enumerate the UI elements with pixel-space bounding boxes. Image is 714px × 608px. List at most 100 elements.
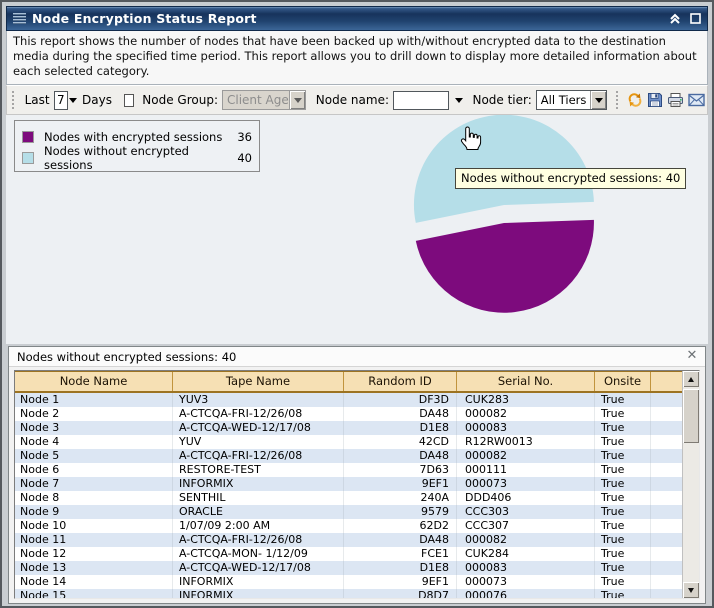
drilldown-panel-title: Nodes without encrypted sessions: 40: [17, 349, 237, 364]
column-header-random-id[interactable]: Random ID: [344, 372, 457, 391]
cell-filler: [651, 463, 682, 477]
cell-serial-no-: 000111: [457, 463, 595, 477]
collapse-icon[interactable]: [667, 11, 683, 27]
cell-node-name: Node 13: [15, 561, 173, 575]
cell-tape-name: YUV: [173, 435, 344, 449]
column-header-onsite[interactable]: Onsite: [595, 372, 651, 391]
cell-node-name: Node 15: [15, 589, 173, 598]
cell-node-name: Node 14: [15, 575, 173, 589]
cell-filler: [651, 477, 682, 491]
node-name-label: Node name:: [315, 93, 389, 107]
table-row[interactable]: Node 8 SENTHIL 240A DDD406 True: [15, 491, 682, 505]
column-header-node-name[interactable]: Node Name: [15, 372, 173, 391]
cell-serial-no-: 000073: [457, 575, 595, 589]
table-row[interactable]: Node 4 YUV 42CD R12RW0013 True: [15, 435, 682, 449]
cell-tape-name: A-CTCQA-MON- 1/12/09: [173, 547, 344, 561]
cell-onsite: True: [595, 491, 651, 505]
node-group-dropdown-icon[interactable]: [289, 91, 305, 109]
scrollbar-thumb[interactable]: [683, 389, 699, 443]
table-row[interactable]: Node 10 1/07/09 2:00 AM 62D2 CCC307 True: [15, 519, 682, 533]
column-header-serial-no-[interactable]: Serial No.: [457, 372, 595, 391]
cell-filler: [651, 491, 682, 505]
cell-serial-no-: 000082: [457, 533, 595, 547]
legend-label: Nodes with encrypted sessions: [44, 129, 223, 144]
scroll-up-icon[interactable]: [683, 371, 699, 387]
column-header-tape-name[interactable]: Tape Name: [173, 372, 344, 391]
table-row[interactable]: Node 12 A-CTCQA-MON- 1/12/09 FCE1 CUK284 Tru…: [15, 547, 682, 561]
toolbar-separator: [615, 90, 619, 110]
last-label: Last: [24, 93, 50, 107]
cell-node-name: Node 1: [15, 393, 173, 407]
table-row[interactable]: Node 15 INFORMIX D8D7 000076 True: [15, 589, 682, 598]
toolbar-grip-handle[interactable]: [11, 90, 15, 110]
cell-onsite: True: [595, 421, 651, 435]
cell-random-id: FCE1: [344, 547, 457, 561]
cell-random-id: DA48: [344, 533, 457, 547]
cell-filler: [651, 449, 682, 463]
table-row[interactable]: Node 7 INFORMIX 9EF1 000073 True: [15, 477, 682, 491]
cell-onsite: True: [595, 505, 651, 519]
days-count-select[interactable]: 7: [53, 90, 68, 110]
scroll-down-icon[interactable]: [683, 582, 699, 598]
cell-filler: [651, 547, 682, 561]
cell-serial-no-: 000076: [457, 589, 595, 598]
node-tier-dropdown-icon[interactable]: [590, 91, 607, 109]
titlebar: Node Encryption Status Report: [6, 6, 708, 31]
cell-serial-no-: 000082: [457, 449, 595, 463]
node-name-input[interactable]: [393, 90, 449, 110]
close-icon[interactable]: ✕: [683, 348, 701, 365]
days-count-dropdown-icon[interactable]: [68, 91, 78, 110]
table-row[interactable]: Node 14 INFORMIX 9EF1 000073 True: [15, 575, 682, 589]
node-group-select[interactable]: Client Agent: [222, 90, 306, 110]
table-row[interactable]: Node 11 A-CTCQA-FRI-12/26/08 DA48 000082 Tru…: [15, 533, 682, 547]
pie-slice-nodes-with-encrypted-sessions[interactable]: [415, 219, 594, 313]
table-row[interactable]: Node 6 RESTORE-TEST 7D63 000111 True: [15, 463, 682, 477]
legend-value: 40: [237, 150, 252, 165]
cell-tape-name: A-CTCQA-WED-12/17/08: [173, 561, 344, 575]
save-icon[interactable]: [647, 91, 663, 110]
email-icon[interactable]: [688, 91, 705, 110]
cell-serial-no-: DDD406: [457, 491, 595, 505]
cell-filler: [651, 421, 682, 435]
chart-area: Nodes with encrypted sessions 36 Nodes wit…: [6, 115, 708, 344]
cell-tape-name: A-CTCQA-FRI-12/26/08: [173, 449, 344, 463]
cell-onsite: True: [595, 435, 651, 449]
table-header-row: Node Name Tape Name Random ID Serial No. Ons…: [15, 371, 682, 393]
cell-tape-name: 1/07/09 2:00 AM: [173, 519, 344, 533]
cell-node-name: Node 4: [15, 435, 173, 449]
vertical-scrollbar[interactable]: [682, 371, 699, 598]
cell-onsite: True: [595, 407, 651, 421]
cell-tape-name: INFORMIX: [173, 575, 344, 589]
node-tier-select[interactable]: All Tiers: [535, 90, 608, 110]
table-row[interactable]: Node 3 A-CTCQA-WED-12/17/08 D1E8 000083 True: [15, 421, 682, 435]
cell-random-id: 7D63: [344, 463, 457, 477]
drilldown-panel-header: Nodes without encrypted sessions: 40 ✕: [9, 347, 705, 367]
cell-tape-name: SENTHIL: [173, 491, 344, 505]
cell-random-id: 9EF1: [344, 575, 457, 589]
pie-chart: [413, 115, 594, 313]
cell-onsite: True: [595, 533, 651, 547]
toolbar: Last 7 Days Node Group: Client Agent Nod…: [6, 85, 708, 115]
table-row[interactable]: Node 1 YUV3 DF3D CUK283 True: [15, 393, 682, 407]
maximize-icon[interactable]: [687, 11, 703, 27]
days-label: Days: [82, 93, 112, 107]
print-icon[interactable]: [667, 91, 684, 110]
node-name-dropdown-icon[interactable]: [454, 91, 464, 110]
table-grid: Node Name Tape Name Random ID Serial No. Ons…: [15, 371, 682, 598]
cell-onsite: True: [595, 575, 651, 589]
cell-random-id: DA48: [344, 407, 457, 421]
cell-random-id: 42CD: [344, 435, 457, 449]
cell-random-id: D1E8: [344, 561, 457, 575]
table-row[interactable]: Node 5 A-CTCQA-FRI-12/26/08 DA48 000082 True: [15, 449, 682, 463]
cell-node-name: Node 11: [15, 533, 173, 547]
node-group-checkbox[interactable]: [124, 93, 135, 107]
cell-serial-no-: 000083: [457, 421, 595, 435]
table-row[interactable]: Node 2 A-CTCQA-FRI-12/26/08 DA48 000082 True: [15, 407, 682, 421]
cell-filler: [651, 519, 682, 533]
table-row[interactable]: Node 9 ORACLE 9579 CCC303 True: [15, 505, 682, 519]
cell-random-id: DA48: [344, 449, 457, 463]
legend-item[interactable]: Nodes without encrypted sessions 40: [22, 144, 252, 172]
table-row[interactable]: Node 13 A-CTCQA-WED-12/17/08 D1E8 000083 Tru…: [15, 561, 682, 575]
refresh-icon[interactable]: [627, 91, 643, 110]
cell-serial-no-: R12RW0013: [457, 435, 595, 449]
